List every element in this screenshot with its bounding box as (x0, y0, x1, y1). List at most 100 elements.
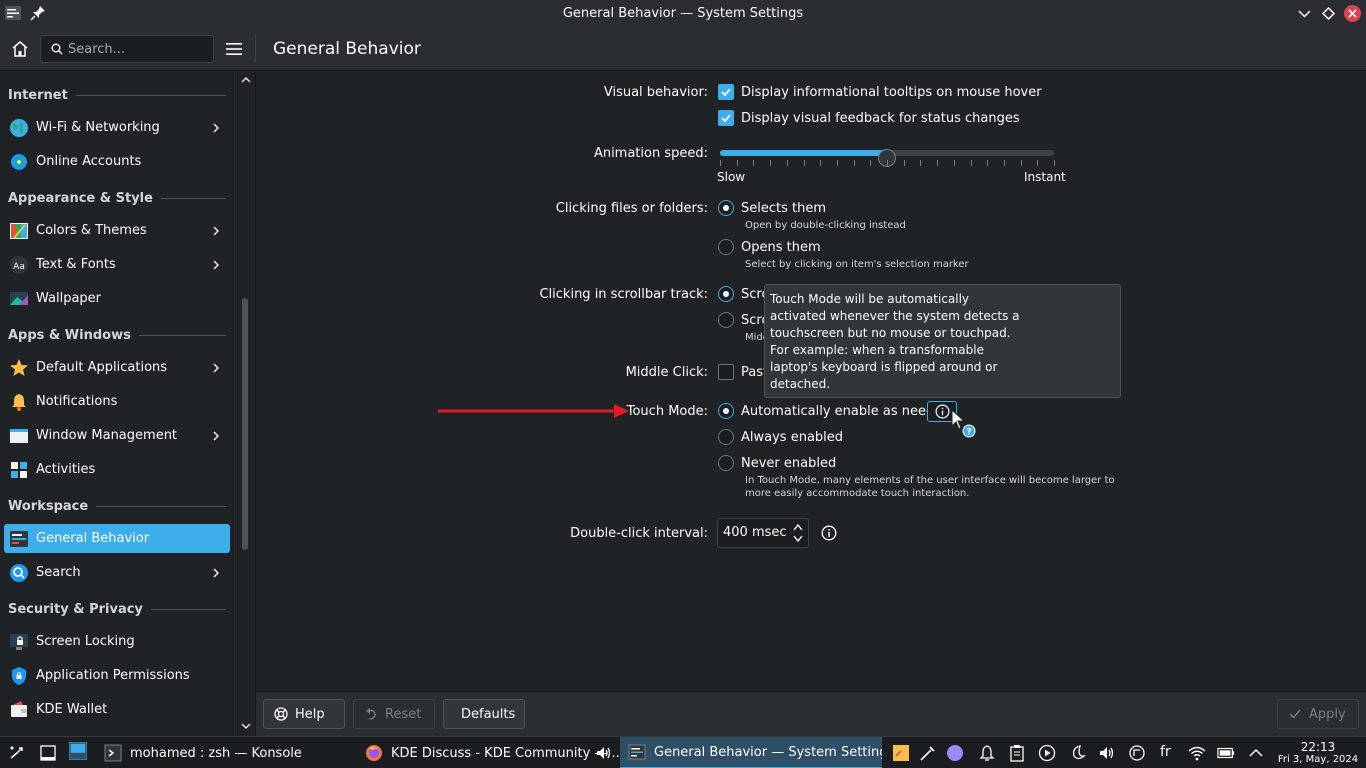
sidebar-scrollbar[interactable] (234, 72, 256, 736)
help-button[interactable]: Help (263, 699, 345, 729)
status-feedback-checkbox[interactable] (718, 110, 734, 126)
info-icon (935, 404, 950, 419)
close-icon[interactable] (1344, 5, 1361, 22)
touch-always-row[interactable]: Always enabled (718, 429, 843, 445)
general-behavior-icon (9, 529, 29, 549)
sidebar-item-wifi-networking[interactable]: Wi-Fi & Networking (4, 113, 230, 142)
chevron-right-icon (213, 260, 219, 269)
sticky-note-icon[interactable] (892, 744, 910, 762)
checkmark-icon (1289, 709, 1301, 719)
notifications-bell-icon[interactable] (978, 744, 996, 762)
home-icon[interactable] (10, 39, 30, 59)
sidebar-item-application-permissions[interactable]: Application Permissions (4, 661, 230, 690)
slider-track[interactable] (720, 149, 1054, 167)
sidebar-item-notifications[interactable]: Notifications (4, 387, 230, 416)
night-light-icon[interactable] (1068, 744, 1086, 762)
middle-click-paste-checkbox[interactable] (718, 364, 734, 380)
color-picker-icon[interactable] (919, 744, 937, 762)
clipboard-icon[interactable] (1008, 744, 1026, 762)
touch-mode-label: Touch Mode: (626, 404, 708, 419)
slider-tick (970, 160, 972, 166)
sidebar-item-kde-wallet[interactable]: KDE Wallet (4, 695, 230, 724)
sidebar-item-text-fonts[interactable]: Aa Text & Fonts (4, 250, 230, 279)
sidebar-item-wallpaper[interactable]: Wallpaper (4, 284, 230, 313)
sidebar-item-screen-locking[interactable]: Screen Locking (4, 627, 230, 656)
scrollbar-track-option2-row[interactable]: Scro (718, 312, 769, 328)
wifi-icon[interactable] (1188, 744, 1206, 762)
scroll-up-icon[interactable] (240, 74, 252, 86)
double-click-input[interactable] (723, 525, 787, 540)
touch-never-radio[interactable] (718, 455, 734, 471)
touch-always-radio[interactable] (718, 429, 734, 445)
kde-connect-icon[interactable] (1128, 744, 1146, 762)
opens-them-hint: Select by clicking on item's selection m… (745, 259, 969, 270)
touch-auto-row[interactable]: Automatically enable as needed (718, 403, 951, 419)
touch-never-row[interactable]: Never enabled (718, 455, 836, 471)
scroll-down-icon[interactable] (240, 720, 252, 732)
selects-them-radio[interactable] (718, 200, 734, 216)
sidebar-item-activities[interactable]: Activities (4, 455, 230, 484)
middle-click-paste-row[interactable]: Past (718, 364, 768, 380)
opens-them-radio[interactable] (718, 239, 734, 255)
window-icon (9, 426, 29, 446)
selects-them-hint: Open by double-clicking instead (745, 220, 906, 231)
tooltips-checkbox[interactable] (718, 84, 734, 100)
digital-clock[interactable]: 22:13 Fri 3, May, 2024 (1270, 740, 1366, 765)
minimize-icon[interactable] (1296, 5, 1313, 22)
tooltips-checkbox-row[interactable]: Display informational tooltips on mouse … (718, 84, 1042, 100)
task-system-settings[interactable]: General Behavior — System Settings (620, 737, 882, 768)
touch-auto-radio[interactable] (718, 403, 734, 419)
spinbox-arrows-icon[interactable] (792, 522, 804, 544)
category-workspace: Workspace (8, 499, 226, 514)
task-konsole[interactable]: mohamed : zsh — Konsole (96, 737, 356, 768)
circle-app-icon[interactable] (946, 744, 964, 762)
apply-button[interactable]: Apply (1277, 699, 1359, 729)
reset-button[interactable]: Reset (353, 699, 435, 729)
maximize-icon[interactable] (1320, 5, 1337, 22)
slider-tick (1037, 160, 1039, 166)
animation-speed-slider[interactable] (718, 145, 1056, 167)
scrollbar-track-option1-radio[interactable] (718, 286, 734, 302)
tray-expand-icon[interactable] (1247, 744, 1265, 762)
double-click-spinbox[interactable] (717, 518, 809, 548)
sidebar-item-general-behavior[interactable]: General Behavior (4, 524, 230, 553)
info-icon[interactable] (821, 525, 837, 541)
volume-icon[interactable] (1098, 744, 1116, 762)
scrollbar-thumb[interactable] (242, 298, 248, 550)
selects-them-row[interactable]: Selects them (718, 200, 826, 216)
slider-fill (720, 150, 887, 156)
defaults-button[interactable]: Defaults (443, 699, 525, 729)
slider-tick (920, 160, 922, 166)
sidebar-item-window-management[interactable]: Window Management (4, 421, 230, 450)
slider-tick (753, 160, 755, 166)
sidebar-item-colors-themes[interactable]: Colors & Themes (4, 216, 230, 245)
clicking-files-label: Clicking files or folders: (555, 201, 708, 216)
slider-min-label: Slow (717, 170, 746, 184)
undo-icon (366, 708, 376, 720)
application-launcher-icon[interactable] (8, 744, 26, 762)
sidebar-item-online-accounts[interactable]: Online Accounts (4, 147, 230, 176)
search-input[interactable] (68, 40, 208, 58)
keyboard-layout-indicator[interactable]: fr (1160, 744, 1171, 760)
opens-them-row[interactable]: Opens them (718, 239, 821, 255)
search-box[interactable] (40, 35, 214, 63)
task-firefox-kde-discuss[interactable]: KDE Discuss - KDE Community — ... (357, 737, 619, 768)
sidebar-item-search[interactable]: Search (4, 558, 230, 587)
status-feedback-checkbox-row[interactable]: Display visual feedback for status chang… (718, 110, 1020, 126)
media-player-icon[interactable] (1038, 744, 1056, 762)
slider-tick (786, 160, 788, 166)
audio-playing-icon[interactable] (595, 744, 613, 762)
show-desktop-icon[interactable] (39, 744, 57, 762)
slider-tick (887, 160, 888, 166)
sidebar-item-default-applications[interactable]: Default Applications (4, 353, 230, 382)
battery-icon[interactable] (1217, 744, 1235, 762)
scrollbar-track-option1-row[interactable]: Scro (718, 286, 769, 302)
touch-mode-tooltip: Touch Mode will be automatically activat… (764, 284, 1121, 398)
hamburger-menu-icon[interactable] (225, 40, 243, 58)
scrollbar-track-label: Clicking in scrollbar track: (539, 287, 708, 302)
slider-tick (987, 160, 989, 166)
wallet-icon (9, 700, 29, 720)
pager-icon[interactable] (69, 742, 87, 760)
scrollbar-track-option2-radio[interactable] (718, 312, 734, 328)
slider-tick (836, 160, 838, 166)
